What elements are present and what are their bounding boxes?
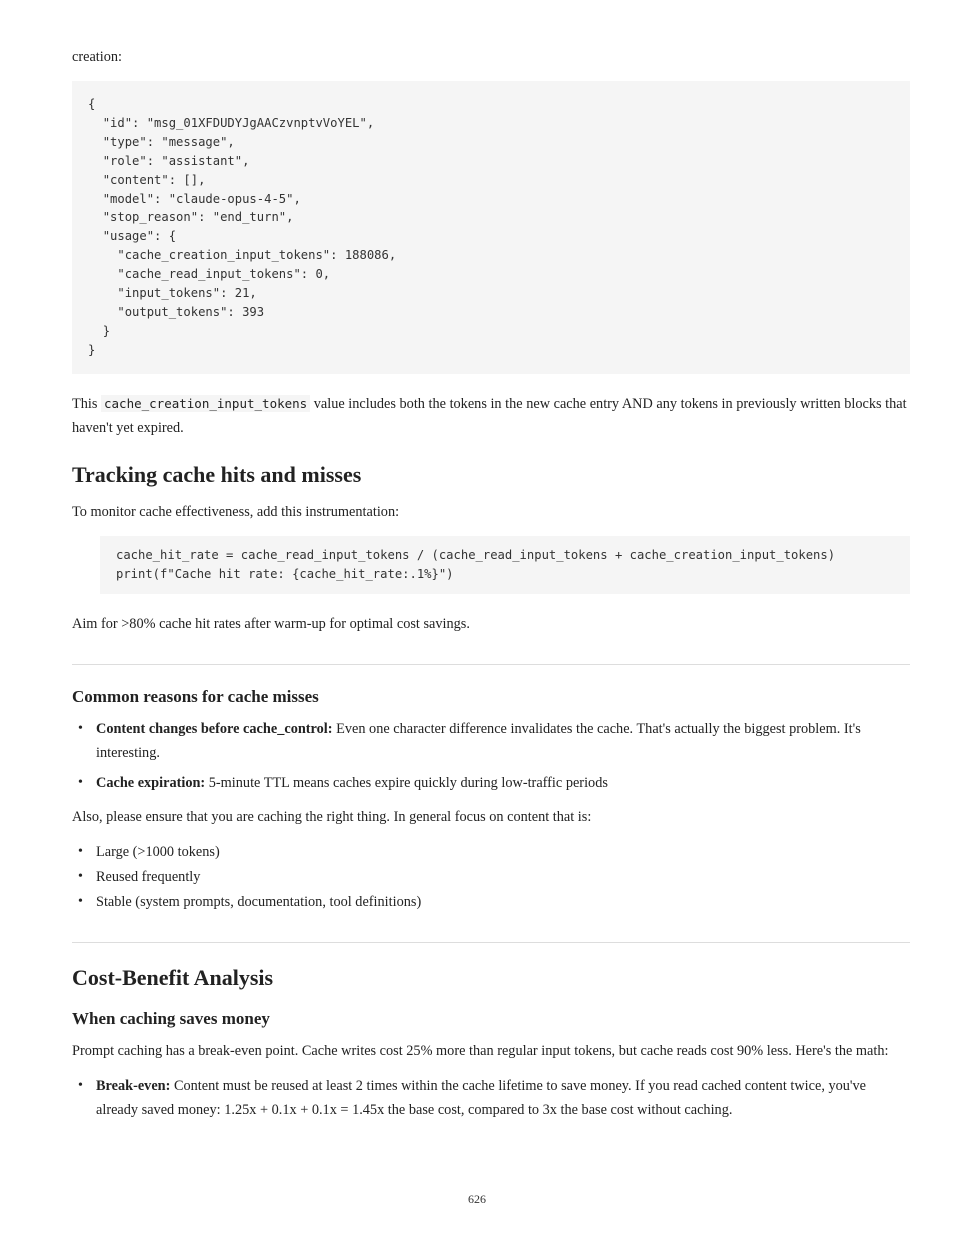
bullet-list-focus: Large (>1000 tokens) Reused frequently S…: [72, 840, 910, 914]
list-item: Reused frequently: [72, 865, 910, 889]
list-item-bold: Cache expiration:: [96, 775, 205, 791]
code-response-json: { "id": "msg_01XFDUDYJgAACzvnptvVoYEL", …: [72, 81, 910, 374]
paragraph-ensure-right: Also, please ensure that you are caching…: [72, 805, 910, 829]
inline-code: cache_creation_input_tokens: [101, 395, 310, 412]
intro-text: creation:: [72, 45, 910, 69]
paragraph-cache-creation-explain: This cache_creation_input_tokens value i…: [72, 392, 910, 440]
list-item: Cache expiration: 5-minute TTL means cac…: [72, 771, 910, 795]
list-item-text: Content must be reused at least 2 times …: [96, 1078, 866, 1118]
list-item-text: 5-minute TTL means caches expire quickly…: [205, 775, 608, 791]
paragraph-monitor: To monitor cache effectiveness, add this…: [72, 500, 910, 524]
code-cache-hit-rate: cache_hit_rate = cache_read_input_tokens…: [100, 536, 910, 594]
divider: [72, 664, 910, 665]
heading-when-saves: When caching saves money: [72, 1009, 910, 1029]
list-item-bold: Content changes before cache_control:: [96, 721, 333, 737]
text-span: This: [72, 396, 101, 412]
bullet-list-reasons: Content changes before cache_control: Ev…: [72, 717, 910, 795]
list-item: Large (>1000 tokens): [72, 840, 910, 864]
divider: [72, 942, 910, 943]
list-item: Stable (system prompts, documentation, t…: [72, 890, 910, 914]
heading-cost-benefit: Cost-Benefit Analysis: [72, 965, 910, 991]
page-number: 626: [0, 1192, 954, 1207]
paragraph-aim: Aim for >80% cache hit rates after warm-…: [72, 612, 910, 636]
heading-tracking-cache: Tracking cache hits and misses: [72, 462, 910, 488]
list-item-bold: Break-even:: [96, 1078, 170, 1094]
list-item: Break-even: Content must be reused at le…: [72, 1074, 910, 1122]
heading-common-reasons: Common reasons for cache misses: [72, 687, 910, 707]
paragraph-breakeven-intro: Prompt caching has a break-even point. C…: [72, 1039, 910, 1063]
bullet-list-breakeven: Break-even: Content must be reused at le…: [72, 1074, 910, 1122]
list-item: Content changes before cache_control: Ev…: [72, 717, 910, 765]
